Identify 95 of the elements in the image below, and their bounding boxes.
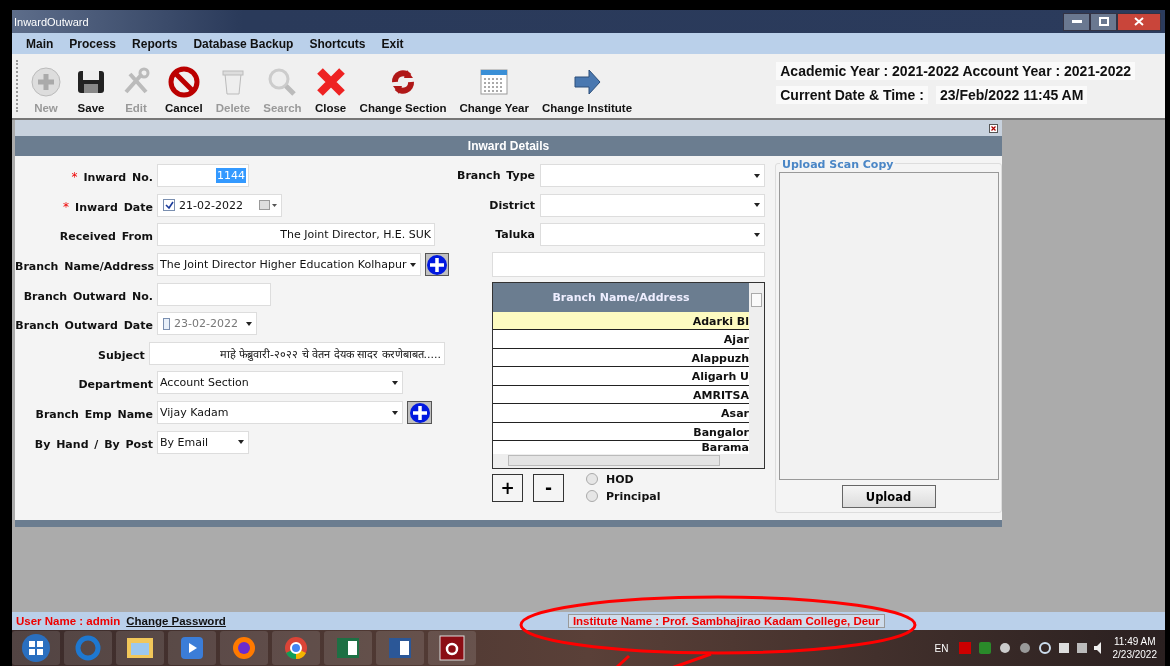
required-mark: *: [71, 170, 78, 185]
list-row[interactable]: Ajar: [493, 330, 749, 349]
document-icon[interactable]: [389, 638, 411, 658]
field-label: Inward Date: [75, 200, 153, 214]
menu-item[interactable]: Process: [61, 36, 125, 51]
minimize-button[interactable]: [1063, 12, 1090, 31]
dropdown[interactable]: The Joint Director Higher Education Kolhapur: [157, 253, 422, 277]
close-icon[interactable]: [989, 123, 998, 133]
minimize-icon[interactable]: [1071, 19, 1082, 24]
window-title: InwardOutward: [13, 15, 89, 28]
required-mark: *: [63, 199, 70, 214]
dropdown-caret-icon[interactable]: [246, 321, 252, 326]
group-title: Upload Scan Copy: [780, 158, 896, 171]
dropdown-caret-icon[interactable]: [754, 173, 760, 178]
field-label: Received From: [59, 230, 153, 244]
radio-label: HOD: [606, 472, 634, 486]
dropdown-caret-icon[interactable]: [410, 262, 417, 267]
field-label: Branch Outward No.: [23, 289, 153, 303]
menu-item[interactable]: Shortcuts: [301, 36, 374, 51]
prohibited-icon[interactable]: [167, 66, 200, 98]
field-label: Branch Name/Address: [15, 260, 155, 274]
remove-row-button[interactable]: -: [533, 473, 564, 502]
dropdown-caret-icon[interactable]: [754, 203, 760, 208]
dropdown[interactable]: By Email: [157, 430, 249, 454]
clock[interactable]: 11:49 AM 2/23/2022: [1112, 635, 1157, 661]
start-icon[interactable]: [21, 633, 51, 663]
close-icon[interactable]: [314, 66, 347, 98]
date-value: 23/Feb/2022 11:45 AM: [935, 86, 1088, 104]
year-info: Academic Year : 2021-2022 Account Year : 2021-2022: [776, 62, 1135, 80]
field-label: Branch Outward Date: [15, 319, 153, 333]
app-icon[interactable]: [439, 635, 465, 661]
spreadsheet-icon[interactable]: [337, 638, 359, 658]
taskbar-button[interactable]: [116, 631, 164, 665]
toolbar-button[interactable]: Change Year: [454, 66, 534, 114]
menu-item[interactable]: Exit: [373, 36, 412, 51]
upload-button[interactable]: Upload: [841, 485, 936, 508]
menu-item[interactable]: Main: [18, 36, 62, 51]
toolbar-button[interactable]: Change Institute: [537, 66, 638, 114]
panel-header: Inward Details: [15, 136, 1002, 156]
dropdown[interactable]: Vijay Kadam: [157, 401, 403, 425]
language-indicator[interactable]: EN: [934, 642, 949, 654]
maximize-icon[interactable]: [1098, 17, 1109, 26]
dropdown[interactable]: Account Section: [157, 371, 403, 395]
add-row-button[interactable]: +: [492, 473, 523, 502]
menu-item[interactable]: Reports: [124, 36, 186, 51]
column-header: Branch Name/Address: [493, 282, 749, 312]
field-label: Subject: [98, 348, 145, 362]
input-field[interactable]: [492, 251, 765, 277]
taskbar-button[interactable]: [428, 631, 476, 665]
taskbar-button[interactable]: [272, 631, 320, 665]
menu-item[interactable]: Database Backup: [185, 36, 302, 51]
list-row[interactable]: Aligarh U: [493, 367, 749, 386]
taskbar-button[interactable]: [168, 631, 216, 665]
toolbar-button[interactable]: Change Section: [354, 66, 452, 114]
calendar-icon[interactable]: [259, 200, 277, 211]
calendar-icon[interactable]: [478, 66, 511, 98]
dropdown-caret-icon[interactable]: [754, 233, 760, 237]
radio-label: Principal: [606, 489, 661, 503]
input-field[interactable]: माहे फेब्रुवारी-२०२२ चे वेतन देयक सादर करणेबाबत.....: [148, 341, 445, 365]
dropdown-caret-icon[interactable]: [238, 440, 244, 445]
field-label: District: [489, 198, 535, 212]
field-label: Branch Type: [457, 169, 535, 183]
toolbar-button[interactable]: Cancel: [160, 66, 208, 114]
field-label: Taluka: [495, 228, 535, 242]
firefox-icon[interactable]: [232, 636, 256, 660]
input-field[interactable]: [157, 282, 271, 306]
field-label: By Hand / By Post: [34, 437, 153, 451]
taskbar-button[interactable]: [324, 631, 372, 665]
institute-name: Institute Name : Prof. Sambhajirao Kadam College, Deur: [567, 614, 885, 628]
dropdown-caret-icon[interactable]: [392, 380, 398, 385]
list-row[interactable]: Barama: [493, 441, 749, 454]
list-row[interactable]: Asar: [493, 404, 749, 423]
checkbox[interactable]: [163, 317, 171, 330]
field-label: Branch Emp Name: [35, 408, 153, 422]
taskbar-button[interactable]: [12, 631, 60, 665]
field-label: Department: [78, 378, 153, 392]
date-picker[interactable]: 23-02-2022: [157, 312, 257, 336]
maximize-button[interactable]: [1090, 12, 1117, 31]
user-name: User Name : admin: [16, 615, 121, 627]
close-button[interactable]: [1117, 12, 1161, 31]
taskbar-button[interactable]: [376, 631, 424, 665]
change-password-link[interactable]: Change Password: [126, 615, 226, 627]
date-picker[interactable]: 21-02-2022: [157, 193, 282, 217]
add-button[interactable]: [407, 401, 432, 425]
dropdown-caret-icon[interactable]: [392, 410, 398, 415]
toolbar-button[interactable]: Close: [309, 66, 352, 114]
play-icon[interactable]: [181, 637, 203, 659]
field-label: Inward No.: [83, 171, 153, 185]
toolbar-button[interactable]: Save: [70, 66, 112, 114]
date-label: Current Date & Time :: [776, 86, 928, 104]
chrome-icon[interactable]: [284, 636, 308, 660]
input-field[interactable]: The Joint Director, H.E. SUK: [157, 223, 435, 247]
add-button[interactable]: [425, 253, 450, 277]
radio-button[interactable]: [586, 490, 598, 503]
radio-button[interactable]: [586, 473, 598, 486]
